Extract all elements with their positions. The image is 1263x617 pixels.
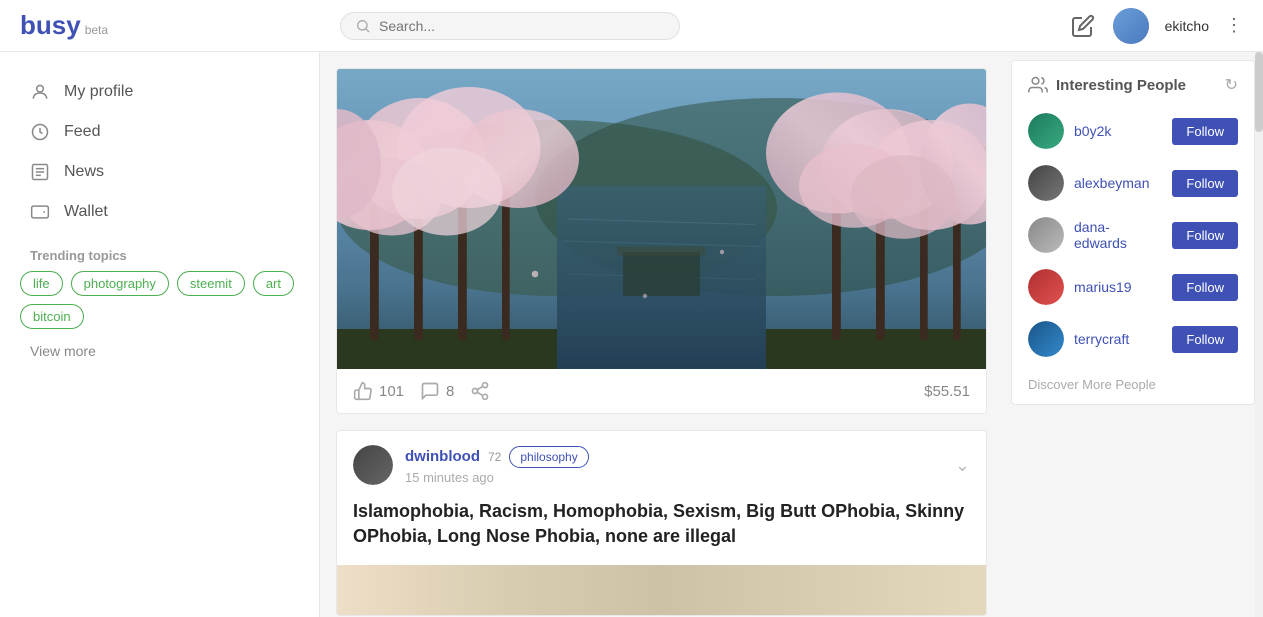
tag-bitcoin[interactable]: bitcoin bbox=[20, 304, 84, 329]
people-icon bbox=[1028, 75, 1048, 95]
edit-icon[interactable] bbox=[1069, 12, 1097, 40]
person-avatar-terry bbox=[1028, 321, 1064, 357]
search-area bbox=[340, 12, 1069, 40]
sidebar-item-wallet[interactable]: Wallet bbox=[0, 192, 319, 232]
person-row-terrycraft: terrycraft Follow bbox=[1012, 313, 1254, 365]
logo[interactable]: busy bbox=[20, 10, 81, 41]
person-row-marius19: marius19 Follow bbox=[1012, 261, 1254, 313]
follow-button-b0y2k[interactable]: Follow bbox=[1172, 118, 1238, 145]
person-name-terry[interactable]: terrycraft bbox=[1074, 331, 1162, 347]
main-container: My profile Feed News Wa bbox=[0, 52, 1263, 617]
search-input[interactable] bbox=[379, 18, 659, 34]
author-time-2: 15 minutes ago bbox=[405, 470, 943, 485]
like-icon bbox=[353, 381, 373, 401]
more-options-icon[interactable]: ⋮ bbox=[1225, 15, 1243, 36]
person-name-dana[interactable]: dana-edwards bbox=[1074, 219, 1162, 251]
content-area: 101 8 $55.51 bbox=[320, 52, 1003, 617]
search-icon bbox=[355, 18, 371, 34]
sidebar-label-news: News bbox=[64, 163, 104, 181]
comment-button-1[interactable]: 8 bbox=[420, 381, 454, 401]
avatar-img-dana bbox=[1028, 217, 1064, 253]
sidebar-label-feed: Feed bbox=[64, 123, 100, 141]
sidebar-label-wallet: Wallet bbox=[64, 203, 108, 221]
beta-label: beta bbox=[85, 23, 108, 37]
trending-tags: life photography steemit art bitcoin bbox=[0, 271, 319, 329]
person-avatar-dana bbox=[1028, 217, 1064, 253]
person-avatar-marius bbox=[1028, 269, 1064, 305]
expand-button-2[interactable]: ⌄ bbox=[955, 455, 970, 476]
avatar-img-marius bbox=[1028, 269, 1064, 305]
like-count-1: 101 bbox=[379, 383, 404, 400]
author-name-row-2: dwinblood 72 philosophy bbox=[405, 446, 943, 468]
comment-count-1: 8 bbox=[446, 383, 454, 400]
post-author-bar-2: dwinblood 72 philosophy 15 minutes ago ⌄ bbox=[337, 431, 986, 499]
person-icon bbox=[30, 82, 50, 102]
header: busy beta ekitcho ⋮ bbox=[0, 0, 1263, 52]
post-tag-2[interactable]: philosophy bbox=[509, 446, 588, 468]
payout-1: $55.51 bbox=[924, 383, 970, 400]
tag-art[interactable]: art bbox=[253, 271, 294, 296]
post-title-2[interactable]: Islamophobia, Racism, Homophobia, Sexism… bbox=[337, 499, 986, 565]
feed-icon bbox=[30, 122, 50, 142]
sidebar-item-feed[interactable]: Feed bbox=[0, 112, 319, 152]
sidebar: My profile Feed News Wa bbox=[0, 52, 320, 617]
post-card-1: 101 8 $55.51 bbox=[336, 68, 987, 414]
post-thumbnail-2 bbox=[337, 565, 986, 615]
logo-area: busy beta bbox=[20, 10, 340, 41]
avatar-img-alex bbox=[1028, 165, 1064, 201]
person-name-b0y2k[interactable]: b0y2k bbox=[1074, 123, 1162, 139]
tag-life[interactable]: life bbox=[20, 271, 63, 296]
interesting-people-card: Interesting People ↻ b0y2k Follow alexbe… bbox=[1011, 60, 1255, 405]
avatar-img-dwinblood bbox=[353, 445, 393, 485]
header-right: ekitcho ⋮ bbox=[1069, 8, 1243, 44]
tag-photography[interactable]: photography bbox=[71, 271, 169, 296]
follow-button-marius[interactable]: Follow bbox=[1172, 274, 1238, 301]
scrollbar[interactable] bbox=[1255, 52, 1263, 617]
header-username[interactable]: ekitcho bbox=[1165, 18, 1209, 34]
author-info-2: dwinblood 72 philosophy 15 minutes ago bbox=[405, 446, 943, 485]
sidebar-item-my-profile[interactable]: My profile bbox=[0, 72, 319, 112]
post-image-1 bbox=[337, 69, 986, 369]
trending-section-title: Trending topics bbox=[0, 232, 319, 271]
tag-steemit[interactable]: steemit bbox=[177, 271, 245, 296]
refresh-icon[interactable]: ↻ bbox=[1225, 75, 1238, 95]
avatar-img-terry bbox=[1028, 321, 1064, 357]
ip-section-title: Interesting People bbox=[1056, 77, 1186, 94]
sidebar-item-news[interactable]: News bbox=[0, 152, 319, 192]
discover-more[interactable]: Discover More People bbox=[1012, 365, 1254, 404]
view-more[interactable]: View more bbox=[0, 329, 319, 373]
author-avatar-2[interactable] bbox=[353, 445, 393, 485]
like-button-1[interactable]: 101 bbox=[353, 381, 404, 401]
author-name-2[interactable]: dwinblood bbox=[405, 448, 480, 465]
person-name-marius[interactable]: marius19 bbox=[1074, 279, 1162, 295]
avatar[interactable] bbox=[1113, 8, 1149, 44]
person-avatar-b0y2k bbox=[1028, 113, 1064, 149]
news-icon bbox=[30, 162, 50, 182]
cherry-blossom-scene bbox=[337, 69, 986, 369]
avatar-img bbox=[1113, 8, 1149, 44]
comment-icon bbox=[420, 381, 440, 401]
sidebar-label-my-profile: My profile bbox=[64, 83, 133, 101]
right-panel: Interesting People ↻ b0y2k Follow alexbe… bbox=[1003, 52, 1263, 617]
follow-button-terry[interactable]: Follow bbox=[1172, 326, 1238, 353]
person-row-alexbeyman: alexbeyman Follow bbox=[1012, 157, 1254, 209]
post-card-2: dwinblood 72 philosophy 15 minutes ago ⌄… bbox=[336, 430, 987, 616]
search-box bbox=[340, 12, 680, 40]
scroll-thumb[interactable] bbox=[1255, 52, 1263, 132]
person-avatar-alexbeyman bbox=[1028, 165, 1064, 201]
avatar-img-b0y2k bbox=[1028, 113, 1064, 149]
person-row-dana-edwards: dana-edwards Follow bbox=[1012, 209, 1254, 261]
person-row-b0y2k: b0y2k Follow bbox=[1012, 105, 1254, 157]
ip-title: Interesting People bbox=[1028, 75, 1186, 95]
follow-button-alexbeyman[interactable]: Follow bbox=[1172, 170, 1238, 197]
author-rep-2: 72 bbox=[488, 450, 501, 464]
share-icon bbox=[470, 381, 490, 401]
ip-header: Interesting People ↻ bbox=[1012, 61, 1254, 105]
share-button-1[interactable] bbox=[470, 381, 490, 401]
wallet-icon bbox=[30, 202, 50, 222]
person-name-alexbeyman[interactable]: alexbeyman bbox=[1074, 175, 1162, 191]
follow-button-dana[interactable]: Follow bbox=[1172, 222, 1238, 249]
post-footer-1: 101 8 $55.51 bbox=[337, 369, 986, 413]
